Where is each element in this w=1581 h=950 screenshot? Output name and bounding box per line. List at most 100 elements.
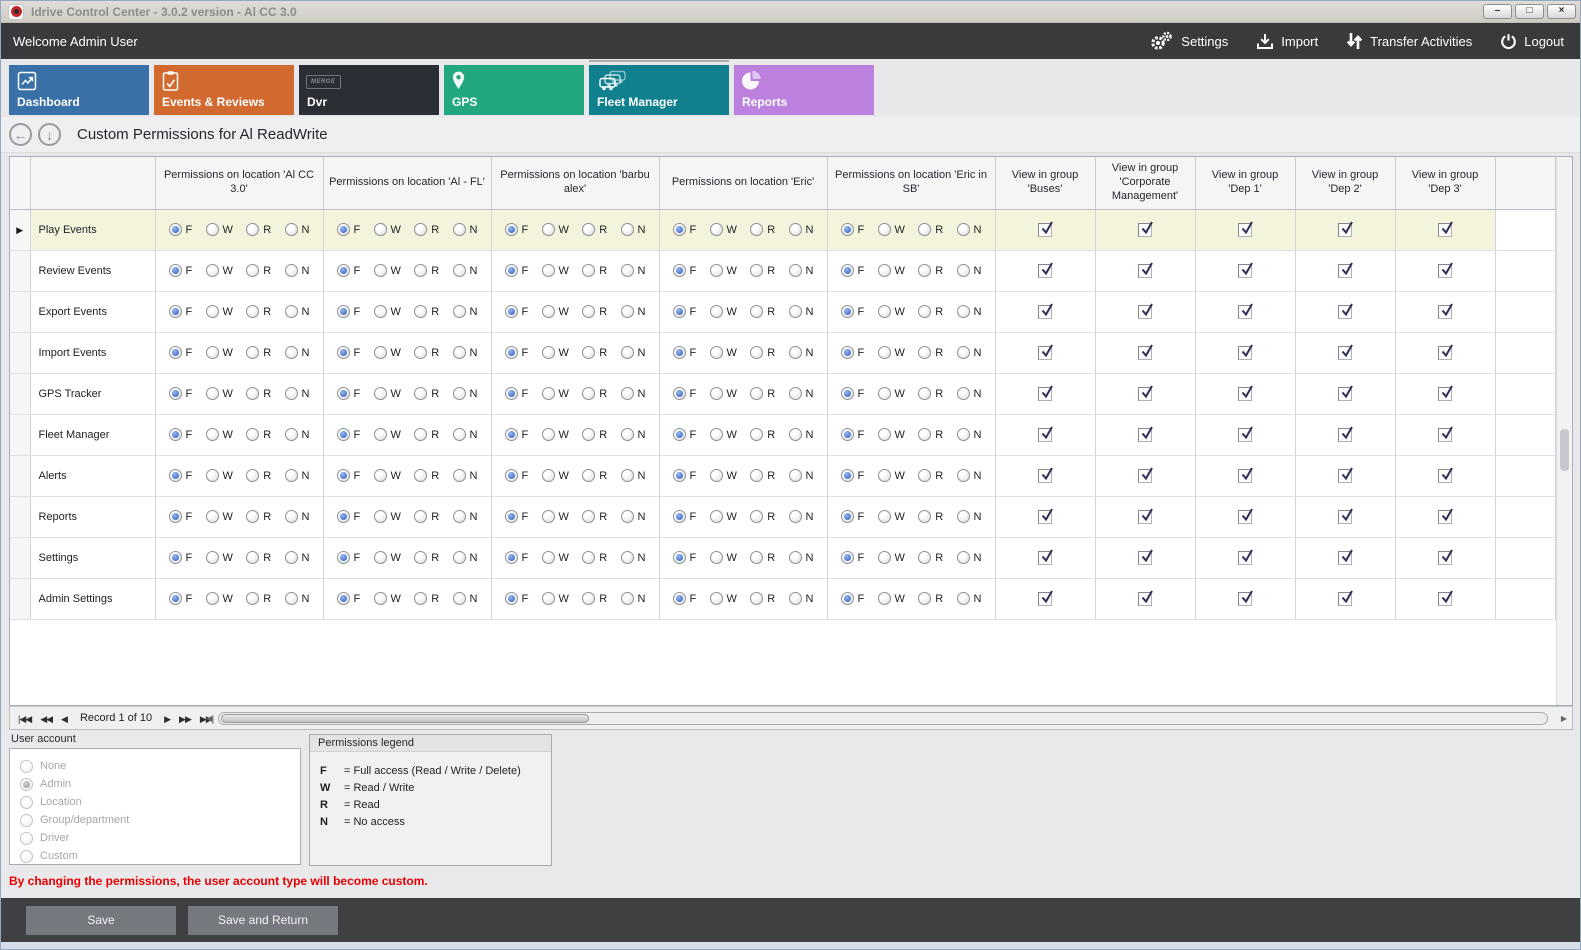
permission-option-r[interactable]: R	[414, 469, 439, 482]
radio-w[interactable]	[710, 551, 723, 564]
radio-n[interactable]	[453, 387, 466, 400]
group-checkbox[interactable]	[1138, 592, 1152, 606]
radio-w[interactable]	[374, 387, 387, 400]
radio-f[interactable]	[169, 264, 182, 277]
prev-record-button[interactable]: ◀	[61, 714, 67, 724]
table-row-settings[interactable]: SettingsFWRNFWRNFWRNFWRNFWRN	[10, 537, 1556, 578]
radio-f[interactable]	[673, 428, 686, 441]
radio-r[interactable]	[414, 551, 427, 564]
permission-option-w[interactable]: W	[710, 264, 737, 277]
radio-f[interactable]	[841, 428, 854, 441]
radio-n[interactable]	[957, 305, 970, 318]
permission-option-w[interactable]: W	[206, 510, 233, 523]
action-settings[interactable]: Settings	[1148, 30, 1228, 52]
permission-option-f[interactable]: F	[505, 510, 529, 523]
group-checkbox[interactable]	[1338, 551, 1352, 565]
radio-n[interactable]	[621, 305, 634, 318]
permission-option-f[interactable]: F	[505, 469, 529, 482]
permission-option-r[interactable]: R	[750, 223, 775, 236]
permission-option-n[interactable]: N	[957, 428, 982, 441]
radio-r[interactable]	[246, 592, 259, 605]
permission-option-w[interactable]: W	[542, 428, 569, 441]
radio-w[interactable]	[710, 510, 723, 523]
next-page-button[interactable]: ▶▶	[179, 714, 191, 724]
permission-option-f[interactable]: F	[673, 592, 697, 605]
permission-option-f[interactable]: F	[841, 346, 865, 359]
radio-f[interactable]	[337, 551, 350, 564]
group-checkbox[interactable]	[1438, 346, 1452, 360]
group-checkbox[interactable]	[1238, 551, 1252, 565]
permission-option-w[interactable]: W	[710, 428, 737, 441]
first-record-button[interactable]: |◀◀	[18, 714, 31, 724]
permission-option-r[interactable]: R	[414, 387, 439, 400]
group-checkbox[interactable]	[1138, 346, 1152, 360]
radio-w[interactable]	[542, 387, 555, 400]
radio-w[interactable]	[206, 264, 219, 277]
permission-option-f[interactable]: F	[841, 264, 865, 277]
permission-option-r[interactable]: R	[414, 551, 439, 564]
group-checkbox[interactable]	[1238, 387, 1252, 401]
permission-option-n[interactable]: N	[285, 346, 310, 359]
radio-r[interactable]	[750, 264, 763, 277]
radio-w[interactable]	[542, 510, 555, 523]
radio-n[interactable]	[957, 264, 970, 277]
radio-r[interactable]	[414, 510, 427, 523]
permission-option-f[interactable]: F	[337, 510, 361, 523]
radio-f[interactable]	[841, 551, 854, 564]
permission-option-w[interactable]: W	[710, 223, 737, 236]
radio-n[interactable]	[285, 387, 298, 400]
group-checkbox[interactable]	[1138, 223, 1152, 237]
radio-n[interactable]	[789, 469, 802, 482]
group-checkbox[interactable]	[1238, 223, 1252, 237]
permission-option-f[interactable]: F	[169, 592, 193, 605]
permission-option-r[interactable]: R	[918, 592, 943, 605]
radio-n[interactable]	[453, 223, 466, 236]
permission-option-f[interactable]: F	[841, 428, 865, 441]
group-checkbox[interactable]	[1438, 264, 1452, 278]
radio-f[interactable]	[673, 346, 686, 359]
radio-r[interactable]	[750, 510, 763, 523]
permission-option-w[interactable]: W	[542, 223, 569, 236]
save-and-return-button[interactable]: Save and Return	[188, 906, 338, 935]
permission-option-f[interactable]: F	[505, 264, 529, 277]
radio-w[interactable]	[542, 346, 555, 359]
radio-n[interactable]	[789, 510, 802, 523]
permission-option-n[interactable]: N	[789, 428, 814, 441]
radio-r[interactable]	[246, 428, 259, 441]
permission-option-w[interactable]: W	[374, 346, 401, 359]
radio-w[interactable]	[542, 305, 555, 318]
action-logout[interactable]: Logout	[1500, 33, 1564, 50]
radio-f[interactable]	[673, 387, 686, 400]
permission-option-f[interactable]: F	[841, 223, 865, 236]
group-checkbox[interactable]	[1138, 551, 1152, 565]
permission-option-n[interactable]: N	[453, 510, 478, 523]
table-row-export-events[interactable]: Export EventsFWRNFWRNFWRNFWRNFWRN	[10, 291, 1556, 332]
radio-n[interactable]	[285, 592, 298, 605]
permission-option-f[interactable]: F	[337, 264, 361, 277]
permission-option-f[interactable]: F	[505, 305, 529, 318]
permission-option-r[interactable]: R	[918, 551, 943, 564]
permission-option-n[interactable]: N	[285, 551, 310, 564]
permission-option-r[interactable]: R	[582, 592, 607, 605]
column-header-group-5[interactable]: View in group 'Dep 3'	[1395, 157, 1495, 209]
permission-option-n[interactable]: N	[957, 592, 982, 605]
close-button[interactable]: ×	[1547, 4, 1576, 19]
permission-option-n[interactable]: N	[789, 510, 814, 523]
permission-option-r[interactable]: R	[918, 264, 943, 277]
radio-f[interactable]	[337, 510, 350, 523]
permission-option-f[interactable]: F	[841, 551, 865, 564]
group-checkbox[interactable]	[1438, 469, 1452, 483]
group-checkbox[interactable]	[1338, 510, 1352, 524]
permission-option-n[interactable]: N	[285, 387, 310, 400]
column-header-location-4[interactable]: Permissions on location 'Eric'	[659, 157, 827, 209]
permission-option-w[interactable]: W	[206, 264, 233, 277]
group-checkbox[interactable]	[1238, 469, 1252, 483]
radio-r[interactable]	[582, 551, 595, 564]
permission-option-n[interactable]: N	[285, 469, 310, 482]
radio-f[interactable]	[673, 592, 686, 605]
permission-option-w[interactable]: W	[878, 551, 905, 564]
tab-dvr[interactable]: MERGEDvr	[299, 65, 439, 115]
tab-reports[interactable]: Reports	[734, 65, 874, 115]
action-transfer-activities[interactable]: Transfer Activities	[1346, 32, 1472, 50]
radio-r[interactable]	[582, 592, 595, 605]
